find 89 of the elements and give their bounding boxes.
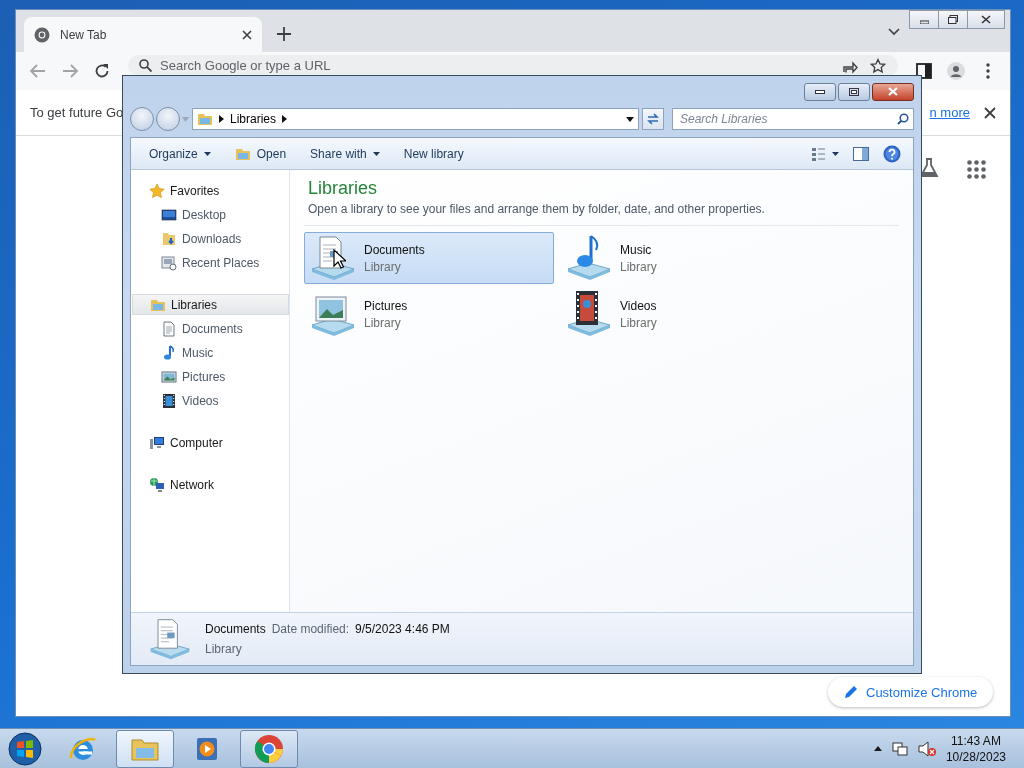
nav-item[interactable]: Recent Places <box>131 252 289 273</box>
chevron-icon <box>282 115 288 123</box>
minimize-button[interactable] <box>804 82 836 101</box>
close-icon <box>888 87 898 96</box>
minimize-icon <box>815 89 825 94</box>
forward-button[interactable] <box>156 107 180 131</box>
library-tile[interactable]: Documents Library <box>304 232 554 284</box>
volume-muted-icon[interactable] <box>917 740 936 757</box>
search-field[interactable]: Search Libraries <box>672 108 914 130</box>
library-folder-icon <box>197 111 213 127</box>
network-icon <box>149 476 165 493</box>
nav-item[interactable]: Libraries <box>132 294 289 315</box>
dropdown-icon[interactable] <box>626 116 634 122</box>
nav-item[interactable]: Desktop <box>131 204 289 225</box>
toolbar-button[interactable]: Organize <box>139 141 221 166</box>
new-tab-icon[interactable] <box>277 27 291 41</box>
network-icon[interactable] <box>891 740 908 757</box>
document-library-icon <box>147 616 193 662</box>
nav-item[interactable]: Favorites <box>131 180 289 201</box>
breadcrumb-item[interactable]: Libraries <box>230 112 277 126</box>
page-description: Open a library to see your files and arrange them by folder, date, and other properties. <box>308 202 766 216</box>
close-icon <box>981 15 991 24</box>
learn-more-link[interactable]: n more <box>929 105 970 120</box>
close-button[interactable] <box>872 82 914 101</box>
library-tile[interactable]: Videos Library <box>560 288 810 340</box>
maximize-icon <box>849 87 859 96</box>
reload-icon[interactable] <box>93 62 111 80</box>
browser-tab[interactable]: New Tab <box>24 17 262 52</box>
back-button[interactable] <box>130 107 154 131</box>
library-tile[interactable]: Music Library <box>560 232 810 284</box>
film-strip-icon <box>161 392 177 409</box>
restore-icon <box>948 15 958 24</box>
search-icon <box>139 59 152 72</box>
browser-logo-icon <box>254 733 284 764</box>
show-hidden-icons-icon[interactable] <box>873 746 882 751</box>
page-heading: Libraries <box>308 178 379 199</box>
document-icon <box>161 320 177 337</box>
share-icon[interactable] <box>842 58 858 74</box>
field-value: 9/5/2023 4:46 PM <box>355 622 450 636</box>
side-panel-icon[interactable] <box>915 62 933 80</box>
search-icon <box>897 113 909 125</box>
picture-icon <box>161 368 177 385</box>
profile-icon[interactable] <box>947 62 965 80</box>
desktop-icon <box>161 206 177 223</box>
customize-chrome-button[interactable]: Customize Chrome <box>828 677 994 707</box>
view-options-icon[interactable] <box>811 145 839 162</box>
chevron-icon <box>219 115 224 123</box>
close-icon[interactable] <box>984 106 996 119</box>
toolbar-button[interactable]: New library <box>393 141 474 166</box>
refresh-button[interactable] <box>642 108 664 130</box>
clock[interactable]: 11:43 AM 10/28/2023 <box>945 732 1006 765</box>
item-name: Documents <box>205 622 266 636</box>
close-button[interactable] <box>967 10 1005 29</box>
address-bar[interactable]: Libraries <box>192 108 639 130</box>
nav-item[interactable]: Computer <box>131 432 289 453</box>
dropdown-icon <box>372 151 380 156</box>
nav-item[interactable]: Pictures <box>131 366 289 387</box>
field-label: Date modified: <box>271 622 350 636</box>
taskbar-button[interactable] <box>116 729 174 768</box>
nav-item[interactable]: Downloads <box>131 228 289 249</box>
toolbar-button[interactable]: Share with <box>300 141 390 166</box>
refresh-icon <box>646 113 660 125</box>
toolbar-button[interactable]: Open <box>224 141 297 166</box>
nav-item[interactable]: Documents <box>131 318 289 339</box>
preview-pane-icon[interactable] <box>853 146 869 161</box>
close-icon[interactable] <box>242 29 252 40</box>
maximize-button[interactable] <box>938 10 968 29</box>
nav-item[interactable]: Videos <box>131 390 289 411</box>
nav-item[interactable]: Music <box>131 342 289 363</box>
browser-logo-icon <box>34 26 50 43</box>
apps-grid-icon[interactable] <box>967 160 986 179</box>
downloads-folder-icon <box>161 230 177 247</box>
mouse-pointer-icon <box>333 249 346 269</box>
star-icon <box>149 182 165 199</box>
taskbar-button[interactable] <box>240 729 298 768</box>
maximize-button[interactable] <box>838 82 870 101</box>
library-tile[interactable]: Pictures Library <box>304 288 554 340</box>
music-note-icon <box>161 344 177 361</box>
item-type: Library <box>205 642 243 656</box>
pencil-icon <box>844 685 858 699</box>
start-button-icon[interactable] <box>8 731 42 766</box>
computer-icon <box>149 434 165 451</box>
help-icon[interactable] <box>883 144 901 163</box>
dropdown-icon <box>203 151 211 156</box>
nav-item[interactable]: Network <box>131 474 289 495</box>
recent-places-icon <box>161 254 177 271</box>
dropdown-icon[interactable] <box>888 28 900 36</box>
flask-icon[interactable] <box>919 158 939 178</box>
bookmark-star-icon[interactable] <box>870 58 886 74</box>
